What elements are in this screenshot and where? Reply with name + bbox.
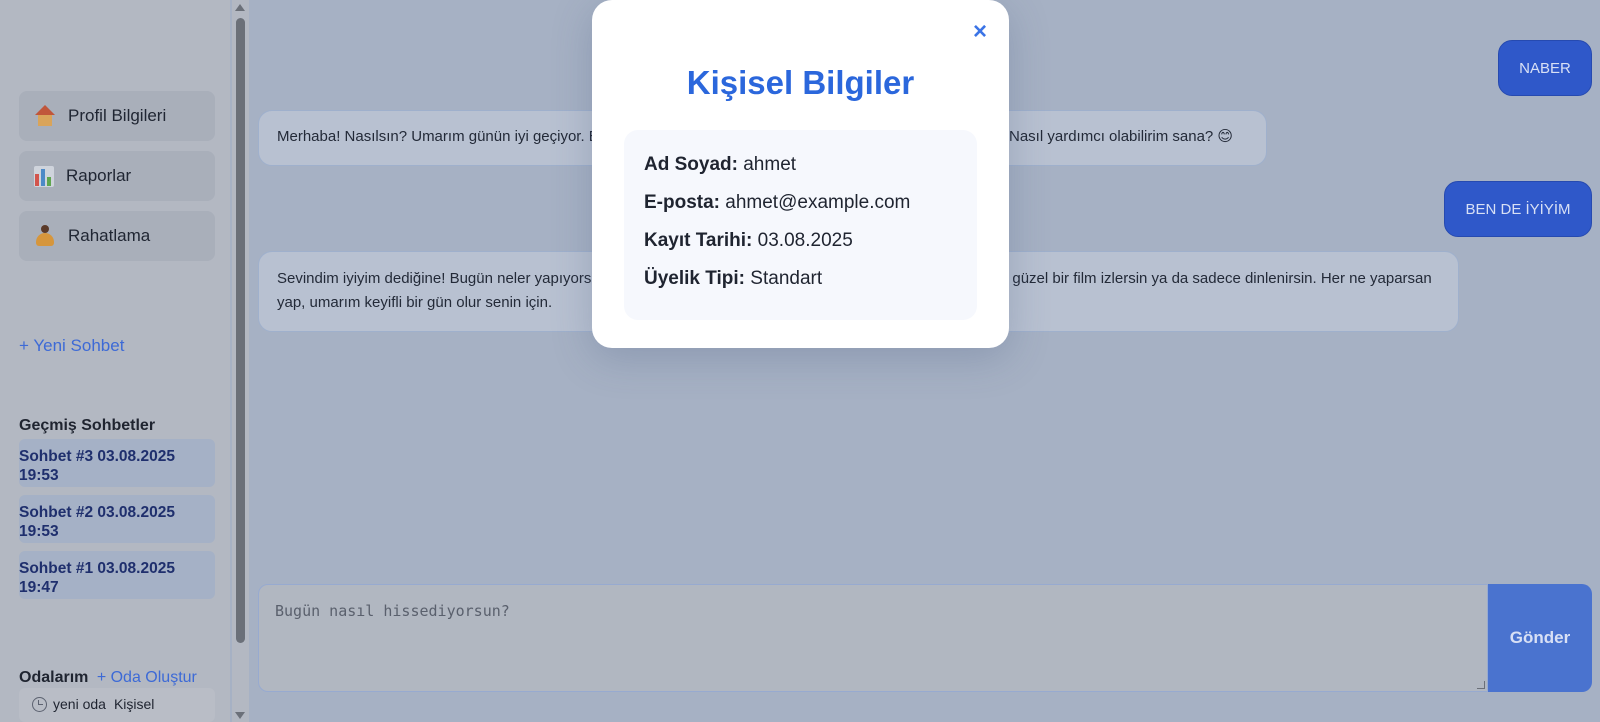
sidebar-scrollbar[interactable] xyxy=(232,0,249,722)
rooms-title-label: Odalarım xyxy=(19,669,89,686)
room-item[interactable]: yeni oda Kişisel xyxy=(19,688,215,722)
nav-item-label: Raporlar xyxy=(66,166,132,185)
message-input[interactable] xyxy=(259,585,1487,691)
nav-item-label: Profil Bilgileri xyxy=(68,106,167,125)
info-value: Standart xyxy=(750,268,823,289)
scroll-up-arrow-icon[interactable] xyxy=(235,4,245,11)
scroll-down-arrow-icon[interactable] xyxy=(235,712,245,719)
info-value: ahmet xyxy=(743,154,797,175)
resize-grip-icon[interactable] xyxy=(1477,681,1485,689)
send-button[interactable]: Gönder xyxy=(1488,584,1592,692)
nav-item-relax[interactable]: Rahatlama xyxy=(19,211,215,261)
info-value: ahmet@example.com xyxy=(725,192,911,213)
info-card: Ad Soyad: ahmet E-posta: ahmet@example.c… xyxy=(624,130,977,320)
clock-icon xyxy=(32,697,47,712)
message-composer xyxy=(258,584,1488,692)
house-icon xyxy=(34,105,56,127)
personal-info-modal: × Kişisel Bilgiler Ad Soyad: ahmet E-pos… xyxy=(592,0,1009,348)
modal-title: Kişisel Bilgiler xyxy=(686,64,915,101)
nav-item-reports[interactable]: Raporlar xyxy=(19,151,215,201)
history-item-title: Sohbet #1 03.08.2025 xyxy=(19,560,175,577)
info-row-membership: Üyelik Tipi: Standart xyxy=(644,268,957,291)
history-item[interactable]: Sohbet #1 03.08.2025 19:47 xyxy=(19,551,215,599)
info-row-name: Ad Soyad: ahmet xyxy=(644,154,957,177)
history-item-time: 19:53 xyxy=(19,467,59,484)
close-icon[interactable]: × xyxy=(973,20,987,44)
meditation-icon xyxy=(34,225,56,247)
history-item-time: 19:47 xyxy=(19,579,59,596)
nav-item-profile[interactable]: Profil Bilgileri xyxy=(19,91,215,141)
info-value: 03.08.2025 xyxy=(757,230,853,251)
new-chat-link[interactable]: + Yeni Sohbet xyxy=(19,336,124,356)
scroll-thumb[interactable] xyxy=(236,18,245,643)
user-message: NABER xyxy=(1498,40,1592,96)
history-item-time: 19:53 xyxy=(19,523,59,540)
bar-chart-icon xyxy=(34,165,54,187)
rooms-title: Odalarım + Oda Oluştur xyxy=(19,669,197,687)
info-label: Kayıt Tarihi: xyxy=(644,230,753,251)
nav-item-label: Rahatlama xyxy=(68,226,151,245)
history-item[interactable]: Sohbet #3 03.08.2025 19:53 xyxy=(19,439,215,487)
history-item-title: Sohbet #2 03.08.2025 xyxy=(19,504,175,521)
info-label: E-posta: xyxy=(644,192,720,213)
user-message: BEN DE İYİYİM xyxy=(1444,181,1592,237)
info-row-email: E-posta: ahmet@example.com xyxy=(644,192,957,215)
info-row-registration-date: Kayıt Tarihi: 03.08.2025 xyxy=(644,230,957,253)
info-label: Üyelik Tipi: xyxy=(644,268,746,289)
history-item-title: Sohbet #3 03.08.2025 xyxy=(19,448,175,465)
info-label: Ad Soyad: xyxy=(644,154,738,175)
room-name: yeni oda xyxy=(53,696,106,712)
history-title: Geçmiş Sohbetler xyxy=(19,417,156,434)
sidebar: Profil Bilgileri Raporlar Rahatlama + Ye… xyxy=(0,0,230,722)
history-item[interactable]: Sohbet #2 03.08.2025 19:53 xyxy=(19,495,215,543)
room-type: Kişisel xyxy=(113,696,155,712)
create-room-link[interactable]: + Oda Oluştur xyxy=(97,669,197,686)
